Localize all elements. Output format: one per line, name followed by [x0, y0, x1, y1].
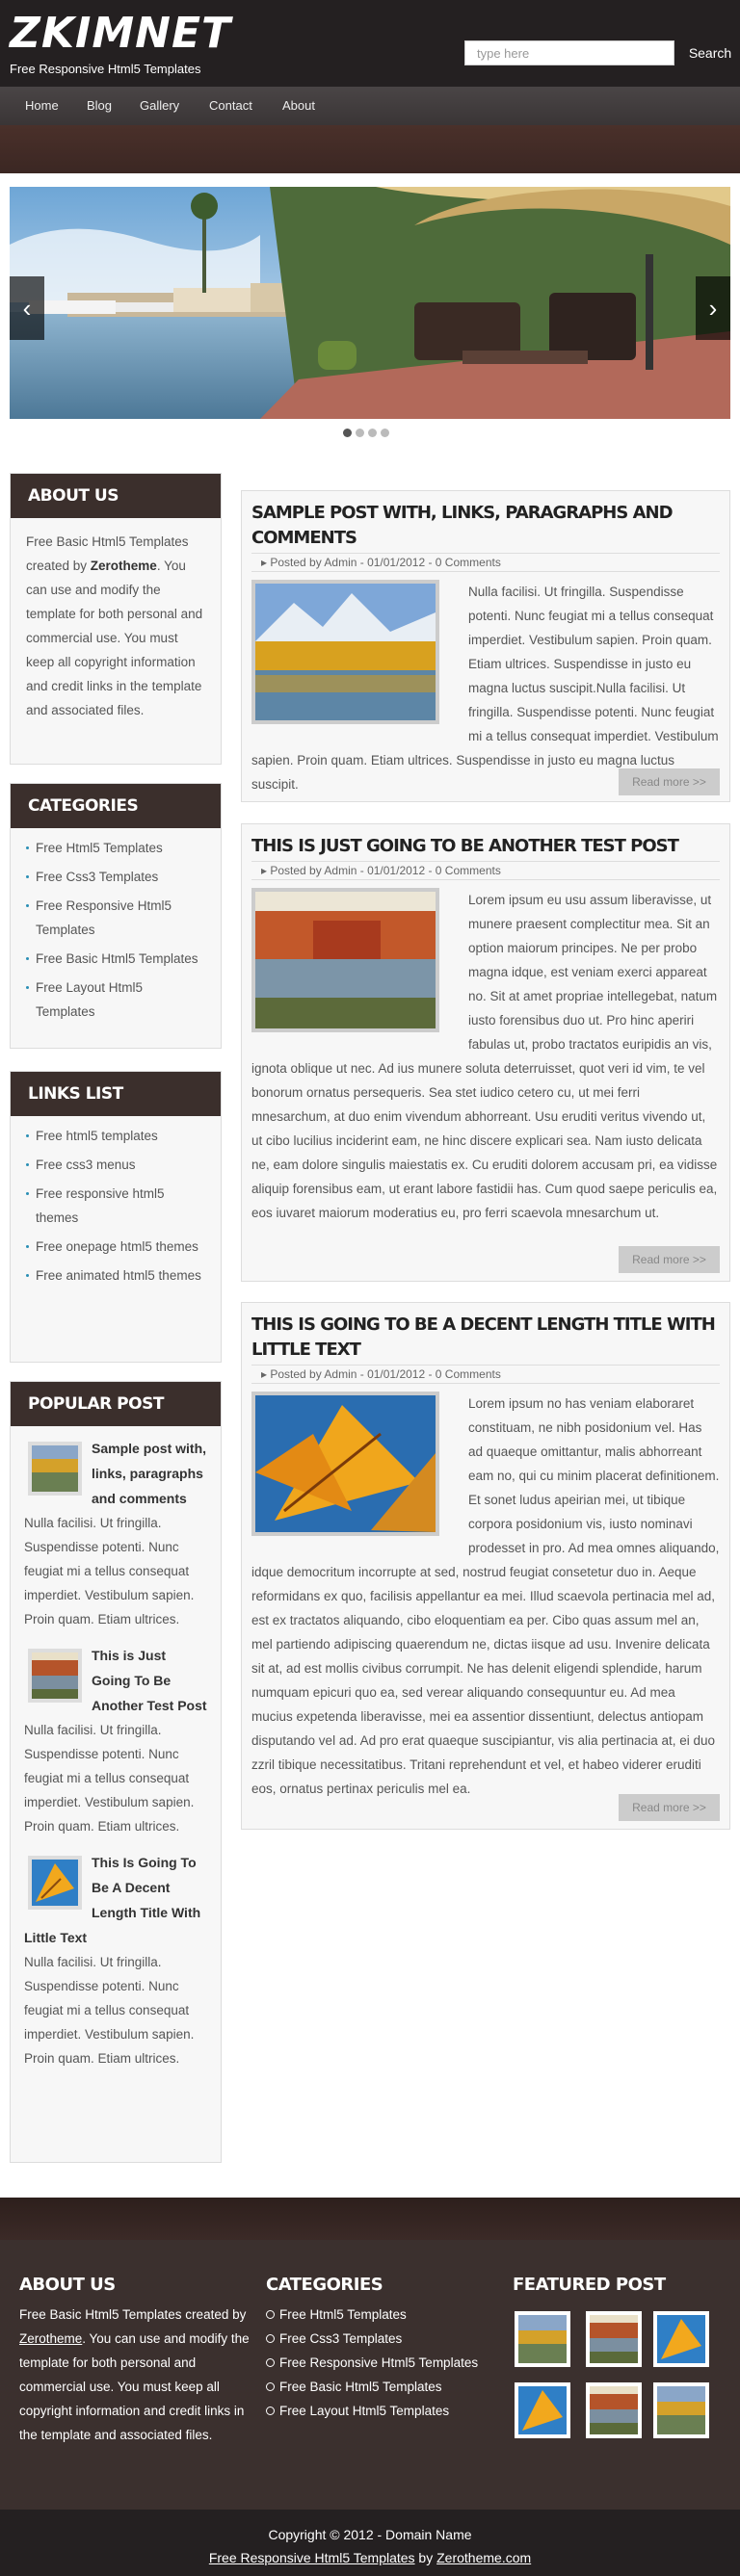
footer-category-link[interactable]: Free Responsive Html5 Templates	[266, 2351, 507, 2375]
category-link[interactable]: Free Html5 Templates	[26, 836, 205, 860]
widget-links: LINKS LIST Free html5 templates Free css…	[10, 1071, 222, 1363]
slide-image	[10, 187, 730, 419]
site-header: ZKIMNET Free Responsive Html5 Templates …	[0, 0, 740, 87]
bottom-bar: Copyright © 2012 - Domain Name Free Resp…	[0, 2510, 740, 2576]
category-link[interactable]: Free Css3 Templates	[26, 865, 205, 889]
popular-post-thumbnail[interactable]	[28, 1856, 82, 1910]
widget-popular: POPULAR POST Sample post with, links, pa…	[10, 1381, 222, 2163]
blog-post: This is going to be a decent length titl…	[241, 1302, 730, 1830]
post-thumbnail[interactable]	[251, 1392, 439, 1536]
footer-zerotheme-link[interactable]: Zerotheme	[19, 2331, 82, 2346]
copyright-text: Copyright © 2012 - Domain Name	[268, 2527, 472, 2542]
read-more-button[interactable]: Read more >>	[619, 1794, 720, 1821]
popular-post: This is Just Going To Be Another Test Po…	[24, 1643, 207, 1838]
footer-category-link[interactable]: Free Html5 Templates	[266, 2303, 507, 2327]
featured-thumbnail[interactable]	[653, 2382, 709, 2438]
post-thumbnail[interactable]	[251, 580, 439, 724]
slider-dot-3[interactable]	[368, 429, 377, 437]
image-slider[interactable]	[10, 187, 730, 419]
post-title[interactable]: This is just going to be another test po…	[251, 834, 720, 859]
post-thumbnail[interactable]	[251, 888, 439, 1032]
footer-category-link[interactable]: Free Css3 Templates	[266, 2327, 507, 2351]
zerotheme-link[interactable]: Zerotheme	[91, 559, 157, 573]
post-title[interactable]: Sample post with, links, paragraphs and …	[251, 501, 720, 551]
post-title[interactable]: This is going to be a decent length titl…	[251, 1313, 720, 1363]
slider-dot-2[interactable]	[356, 429, 364, 437]
slider-next-button[interactable]: ›	[696, 276, 730, 340]
links-list-item[interactable]: Free animated html5 themes	[26, 1263, 205, 1288]
post-meta: ▸ Posted by Admin - 01/01/2012 - 0 Comme…	[251, 1365, 720, 1384]
credits-zerotheme-link[interactable]: Zerotheme.com	[436, 2550, 531, 2565]
search-input[interactable]	[464, 40, 674, 65]
credits-templates-link[interactable]: Free Responsive Html5 Templates	[209, 2550, 415, 2565]
widget-categories-title: CATEGORIES	[11, 784, 221, 828]
footer-band	[0, 2198, 740, 2240]
links-list-item[interactable]: Free html5 templates	[26, 1124, 205, 1148]
site-logo[interactable]: ZKIMNET	[10, 10, 231, 58]
post-meta: ▸ Posted by Admin - 01/01/2012 - 0 Comme…	[251, 553, 720, 572]
popular-post-excerpt: Nulla facilisi. Ut fringilla. Suspendiss…	[24, 1955, 195, 2066]
search-button[interactable]: Search	[680, 40, 740, 65]
featured-thumbnail[interactable]	[653, 2311, 709, 2367]
footer-categories-title: CATEGORIES	[266, 2275, 383, 2295]
popular-post-thumbnail[interactable]	[28, 1442, 82, 1496]
site-tagline: Free Responsive Html5 Templates	[10, 62, 201, 76]
slider-dot-1[interactable]	[343, 429, 352, 437]
blog-post: This is just going to be another test po…	[241, 823, 730, 1282]
blog-post: Sample post with, links, paragraphs and …	[241, 490, 730, 802]
read-more-button[interactable]: Read more >>	[619, 1246, 720, 1273]
footer-category-link[interactable]: Free Layout Html5 Templates	[266, 2399, 507, 2423]
links-list-item[interactable]: Free onepage html5 themes	[26, 1235, 205, 1259]
popular-post: This Is Going To Be A Decent Length Titl…	[24, 1850, 207, 2070]
popular-post-excerpt: Nulla facilisi. Ut fringilla. Suspendiss…	[24, 1516, 195, 1626]
read-more-button[interactable]: Read more >>	[619, 768, 720, 795]
slider-dot-4[interactable]	[381, 429, 389, 437]
widget-links-title: LINKS LIST	[11, 1072, 221, 1116]
widget-about: ABOUT US Free Basic Html5 Templates crea…	[10, 473, 222, 765]
featured-thumbnail[interactable]	[586, 2311, 642, 2367]
footer-category-link[interactable]: Free Basic Html5 Templates	[266, 2375, 507, 2399]
widget-categories: CATEGORIES Free Html5 Templates Free Css…	[10, 783, 222, 1049]
footer-about: ABOUT US Free Basic Html5 Templates crea…	[19, 2275, 251, 2447]
footer-featured: FEATURED POST	[513, 2275, 725, 2467]
nav-home[interactable]: Home	[25, 87, 59, 125]
links-list-item[interactable]: Free responsive html5 themes	[26, 1182, 205, 1230]
popular-post-excerpt: Nulla facilisi. Ut fringilla. Suspendiss…	[24, 1723, 195, 1834]
credits: Free Responsive Html5 Templates by Zerot…	[208, 2550, 532, 2565]
header-band	[0, 125, 740, 173]
site-footer: ABOUT US Free Basic Html5 Templates crea…	[0, 2240, 740, 2510]
slider-prev-button[interactable]: ‹	[10, 276, 44, 340]
category-link[interactable]: Free Basic Html5 Templates	[26, 947, 205, 971]
main-nav: Home Blog Gallery Contact About	[0, 87, 740, 125]
category-link[interactable]: Free Responsive Html5 Templates	[26, 894, 205, 942]
nav-gallery[interactable]: Gallery	[140, 87, 179, 125]
popular-post: Sample post with, links, paragraphs and …	[24, 1436, 207, 1631]
links-list-item[interactable]: Free css3 menus	[26, 1153, 205, 1177]
popular-post-thumbnail[interactable]	[28, 1649, 82, 1703]
widget-about-title: ABOUT US	[11, 474, 221, 518]
featured-thumbnail[interactable]	[586, 2382, 642, 2438]
nav-about[interactable]: About	[282, 87, 315, 125]
footer-categories: CATEGORIES Free Html5 Templates Free Css…	[266, 2275, 507, 2423]
widget-popular-title: POPULAR POST	[11, 1382, 221, 1426]
nav-contact[interactable]: Contact	[209, 87, 252, 125]
post-meta: ▸ Posted by Admin - 01/01/2012 - 0 Comme…	[251, 861, 720, 880]
footer-about-title: ABOUT US	[19, 2275, 116, 2295]
featured-thumbnail[interactable]	[515, 2382, 570, 2438]
footer-featured-title: FEATURED POST	[513, 2275, 666, 2295]
category-link[interactable]: Free Layout Html5 Templates	[26, 976, 205, 1024]
widget-about-text: Free Basic Html5 Templates created by Ze…	[26, 534, 203, 717]
footer-about-text: Free Basic Html5 Templates created by Ze…	[19, 2307, 250, 2442]
featured-thumbnail[interactable]	[515, 2311, 570, 2367]
nav-blog[interactable]: Blog	[87, 87, 112, 125]
